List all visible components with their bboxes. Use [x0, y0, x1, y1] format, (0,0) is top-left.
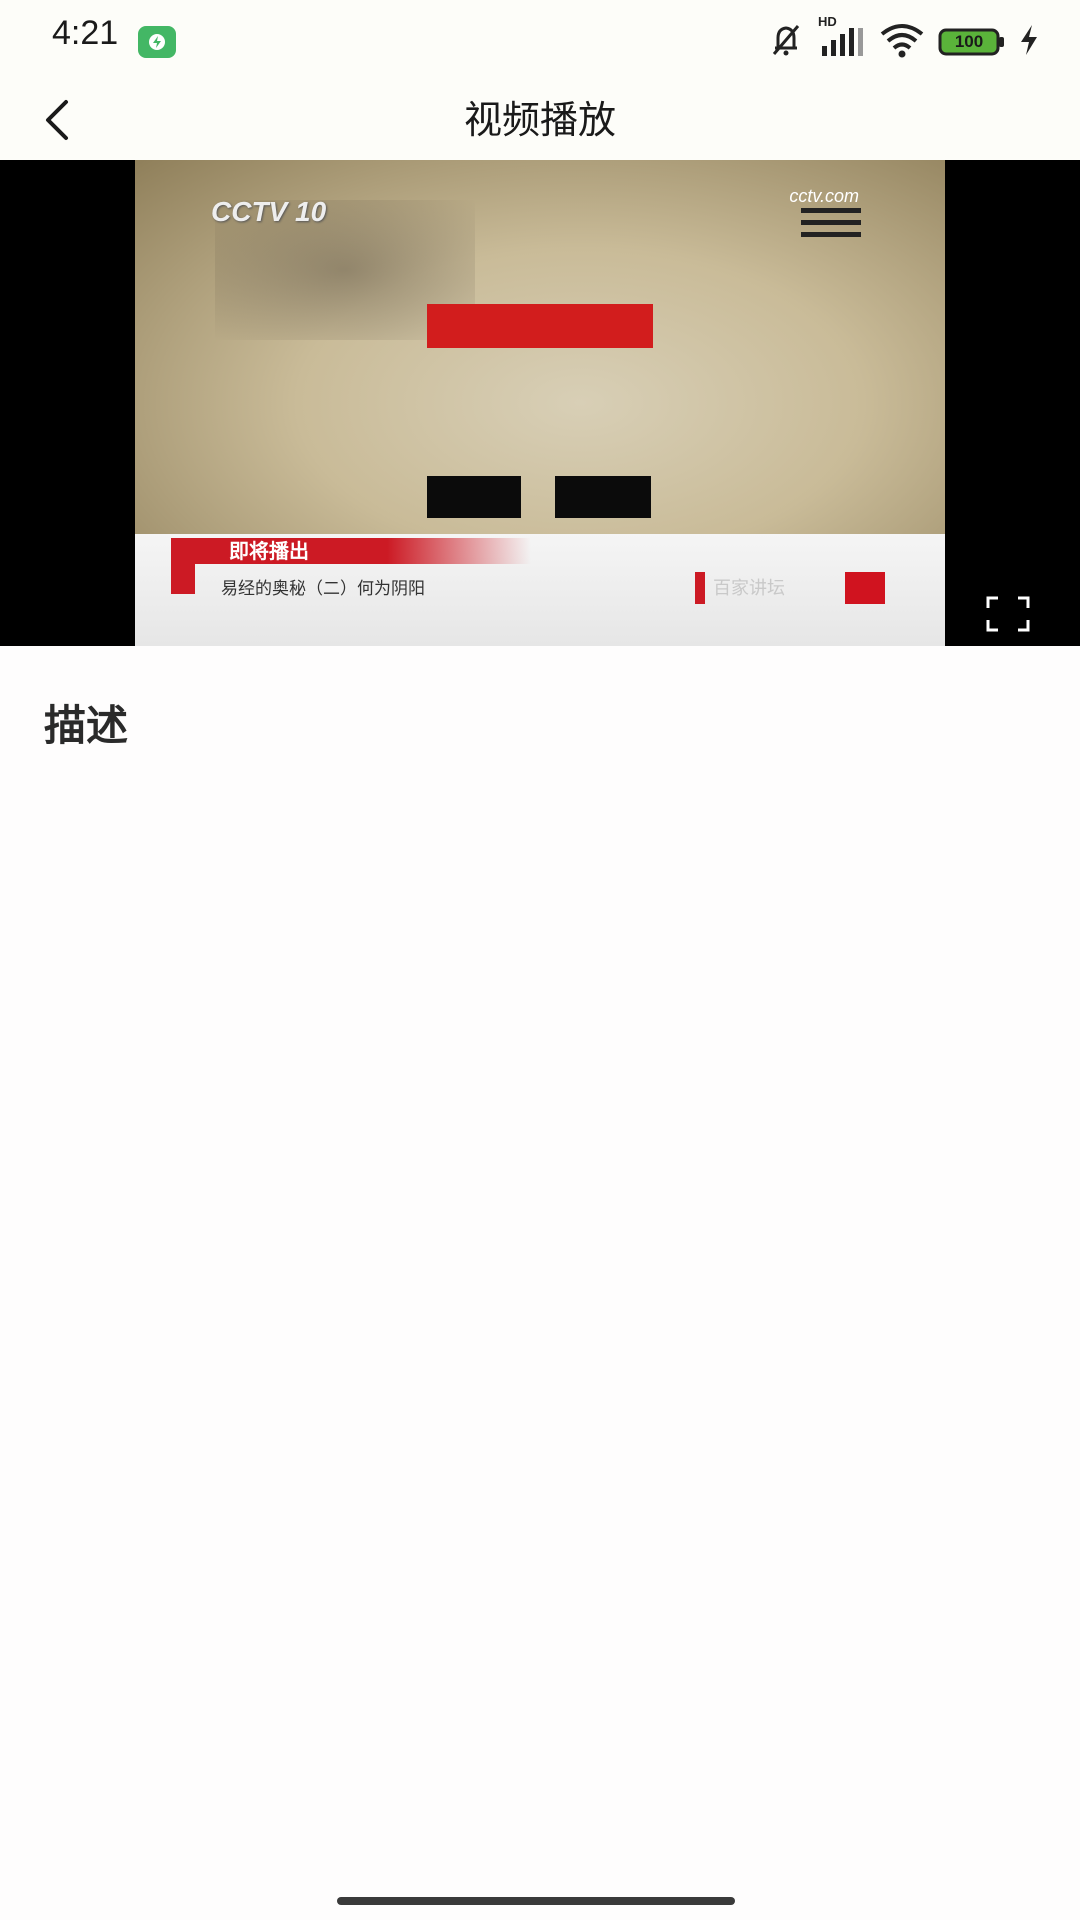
- trigram-symbol: [801, 208, 861, 244]
- status-time: 4:21: [52, 14, 119, 52]
- bell-off-icon: [766, 20, 806, 64]
- page-title: 视频播放: [463, 98, 616, 142]
- network-type: HD: [818, 14, 837, 29]
- channel-logo: CCTV 10: [211, 196, 327, 227]
- brand-corner-mark: [695, 572, 705, 604]
- video-player[interactable]: CCTV 10 cctv.com 即将播出 易经的奥秘（二）何为阴阳 百家讲坛: [0, 160, 1080, 646]
- lower-third-red-bar: [171, 538, 531, 564]
- status-bar: 4:21 HD 100: [0, 0, 1080, 80]
- site-logo: cctv.com: [789, 186, 859, 206]
- signal-icon: HD: [818, 14, 866, 64]
- battery-icon: 100: [938, 27, 1006, 57]
- redaction-block-black: [555, 476, 651, 518]
- brand-box: [845, 572, 885, 604]
- app-bar: 视频播放: [0, 80, 1080, 160]
- wifi-icon: [878, 20, 926, 64]
- lower-third-red-side: [171, 564, 195, 594]
- lower-third-heading: 即将播出: [229, 539, 309, 563]
- redaction-block-red: [427, 304, 653, 348]
- redaction-block-black: [427, 476, 521, 518]
- lightning-icon: [1018, 23, 1040, 61]
- video-frame[interactable]: CCTV 10 cctv.com 即将播出 易经的奥秘（二）何为阴阳 百家讲坛: [135, 160, 945, 646]
- description-label: 描述: [44, 701, 129, 750]
- fullscreen-button[interactable]: [980, 586, 1036, 642]
- shield-icon: [138, 26, 176, 58]
- battery-level: 100: [954, 32, 984, 51]
- home-indicator[interactable]: [337, 1897, 735, 1905]
- fullscreen-icon: [986, 596, 1030, 632]
- lower-third-banner: 即将播出 易经的奥秘（二）何为阴阳 百家讲坛: [135, 534, 945, 646]
- status-icons: HD 100: [766, 14, 1040, 64]
- brand-text: 百家讲坛: [713, 578, 785, 599]
- lower-third-subtitle: 易经的奥秘（二）何为阴阳: [221, 579, 425, 599]
